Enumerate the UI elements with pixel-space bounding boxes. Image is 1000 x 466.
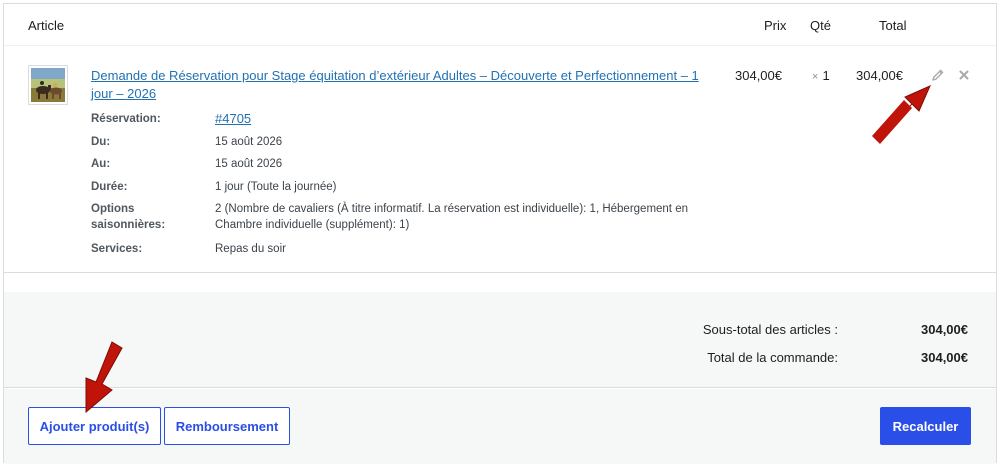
meta-value: 15 août 2026 (215, 158, 283, 170)
pencil-icon[interactable] (930, 67, 946, 83)
product-title-link[interactable]: Demande de Réservation pour Stage équita… (91, 67, 711, 103)
meta-key: Du: (91, 136, 111, 148)
meta-value: 15 août 2026 (215, 136, 283, 148)
qty-multiply-symbol: × (812, 71, 819, 83)
meta-key: Services: (91, 243, 143, 255)
reservation-link[interactable]: #4705 (215, 111, 251, 126)
order-line-item: Demande de Réservation pour Stage équita… (4, 46, 996, 273)
qty-value: 1 (822, 68, 830, 83)
header-article: Article (28, 18, 65, 33)
product-thumbnail (28, 65, 68, 105)
header-qte: Qté (810, 18, 831, 33)
subtotal-value: 304,00€ (921, 322, 968, 337)
meta-key: Options saisonnières: (91, 203, 166, 231)
close-icon[interactable] (956, 67, 972, 83)
recalculate-button[interactable]: Recalculer (880, 407, 971, 445)
meta-key: Au: (91, 158, 111, 170)
header-total: Total (879, 18, 907, 33)
table-header: Article Prix Qté Total (4, 4, 996, 46)
product-photo-image (31, 68, 65, 102)
subtotal-label: Sous-total des articles : (702, 322, 838, 337)
meta-key: Durée: (91, 181, 128, 193)
order-total-value: 304,00€ (921, 350, 968, 365)
order-totals: Sous-total des articles : 304,00€ Total … (4, 292, 996, 388)
unit-price: 304,00€ (735, 68, 782, 83)
order-total-label: Total de la commande: (707, 350, 838, 365)
refund-button[interactable]: Remboursement (164, 407, 290, 445)
meta-key: Réservation: (91, 113, 161, 125)
meta-value: Repas du soir (215, 243, 286, 255)
line-total: 304,00€ (856, 68, 903, 83)
meta-value: 1 jour (Toute la journée) (215, 181, 337, 193)
order-items-panel: Article Prix Qté Total Demande de Réserv… (3, 3, 997, 464)
header-prix: Prix (764, 18, 787, 33)
quantity: × 1 (812, 68, 830, 83)
order-actions-bar: Ajouter produit(s) Remboursement Recalcu… (4, 389, 996, 464)
add-products-button[interactable]: Ajouter produit(s) (28, 407, 161, 445)
meta-value: 2 (Nombre de cavaliers (À titre informat… (215, 203, 688, 231)
